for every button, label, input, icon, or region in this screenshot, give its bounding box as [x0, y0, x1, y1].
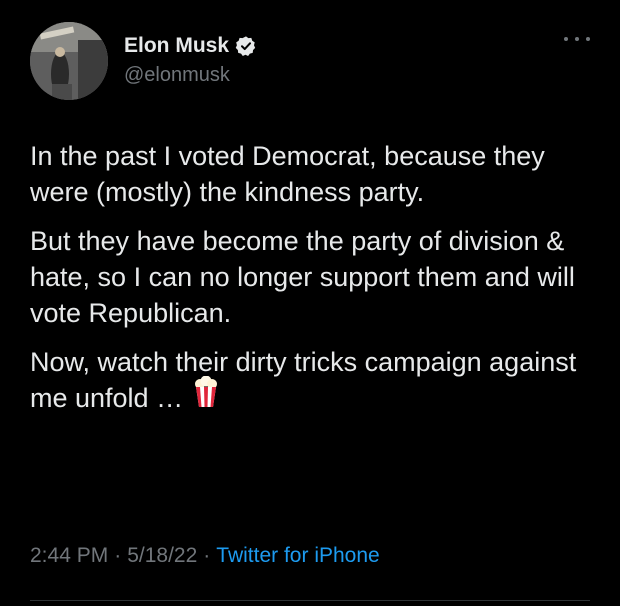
tweet-card: Elon Musk @elonmusk In the past I voted … [0, 0, 620, 606]
tweet-source-link[interactable]: Twitter for iPhone [216, 544, 379, 567]
meta-separator: · [114, 544, 122, 567]
author-display-name[interactable]: Elon Musk [124, 34, 229, 58]
tweet-paragraph: Now, watch their dirty tricks campaign a… [30, 344, 598, 417]
popcorn-icon [193, 375, 219, 417]
avatar[interactable] [30, 22, 108, 100]
tweet-paragraph-text: Now, watch their dirty tricks campaign a… [30, 347, 577, 413]
tweet-paragraph: In the past I voted Democrat, because th… [30, 141, 545, 207]
more-options-icon[interactable] [564, 32, 590, 46]
meta-separator: · [203, 544, 211, 567]
divider [30, 600, 590, 601]
tweet-text: In the past I voted Democrat, because th… [30, 138, 598, 430]
tweet-meta: 2:44 PM · 5/18/22 · Twitter for iPhone [30, 544, 380, 568]
author-name-row[interactable]: Elon Musk [124, 32, 257, 60]
tweet-paragraph: But they have become the party of divisi… [30, 226, 575, 328]
verified-badge-icon [235, 35, 257, 57]
tweet-time[interactable]: 2:44 PM [30, 544, 108, 567]
avatar-photo [30, 22, 108, 100]
author-handle[interactable]: @elonmusk [124, 64, 230, 87]
tweet-date[interactable]: 5/18/22 [127, 544, 197, 567]
